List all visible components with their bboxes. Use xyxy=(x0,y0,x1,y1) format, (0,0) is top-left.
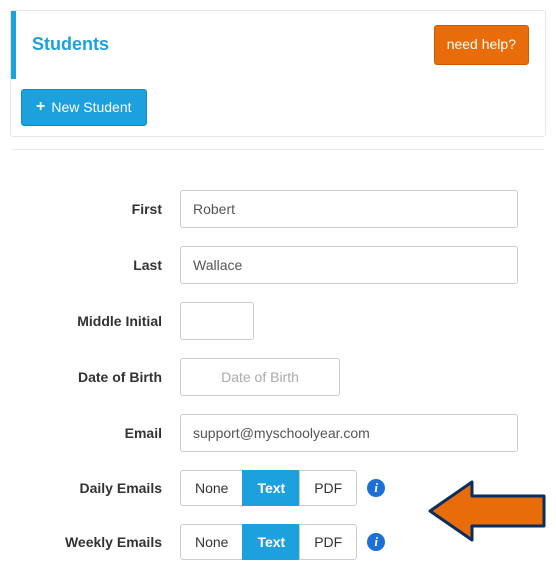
plus-icon: + xyxy=(36,100,45,114)
daily-option-text[interactable]: Text xyxy=(242,470,300,506)
info-icon[interactable]: i xyxy=(367,533,385,551)
panel-header: Students need help? xyxy=(11,11,545,79)
row-email: Email xyxy=(10,414,546,452)
email-input[interactable] xyxy=(180,414,518,452)
daily-option-none[interactable]: None xyxy=(180,470,243,506)
label-email: Email xyxy=(10,425,180,441)
middle-initial-input[interactable] xyxy=(180,302,254,340)
last-name-input[interactable] xyxy=(180,246,518,284)
weekly-option-pdf[interactable]: PDF xyxy=(299,524,357,560)
row-last: Last xyxy=(10,246,546,284)
label-weekly: Weekly Emails xyxy=(10,534,180,550)
page-title: Students xyxy=(32,34,109,55)
label-daily: Daily Emails xyxy=(10,480,180,496)
row-dob: Date of Birth xyxy=(10,358,546,396)
daily-option-pdf[interactable]: PDF xyxy=(299,470,357,506)
info-icon[interactable]: i xyxy=(367,479,385,497)
weekly-option-none[interactable]: None xyxy=(180,524,243,560)
need-help-button[interactable]: need help? xyxy=(434,25,529,65)
weekly-option-text[interactable]: Text xyxy=(242,524,300,560)
daily-emails-controls: None Text PDF i xyxy=(180,470,385,506)
new-student-button[interactable]: + New Student xyxy=(21,89,147,127)
students-panel: Students need help? + New Student xyxy=(10,10,546,137)
annotation-arrow-icon xyxy=(428,478,548,547)
row-first: First xyxy=(10,190,546,228)
divider xyxy=(12,149,544,150)
new-student-label: New Student xyxy=(51,98,131,118)
label-last: Last xyxy=(10,257,180,273)
label-dob: Date of Birth xyxy=(10,369,180,385)
daily-emails-toggle: None Text PDF xyxy=(180,470,357,506)
label-first: First xyxy=(10,201,180,217)
label-middle: Middle Initial xyxy=(10,313,180,329)
weekly-emails-toggle: None Text PDF xyxy=(180,524,357,560)
date-of-birth-input[interactable] xyxy=(180,358,340,396)
first-name-input[interactable] xyxy=(180,190,518,228)
student-form: First Last Middle Initial Date of Birth … xyxy=(10,190,546,560)
weekly-emails-controls: None Text PDF i xyxy=(180,524,385,560)
row-middle: Middle Initial xyxy=(10,302,546,340)
panel-body: + New Student xyxy=(11,79,545,137)
